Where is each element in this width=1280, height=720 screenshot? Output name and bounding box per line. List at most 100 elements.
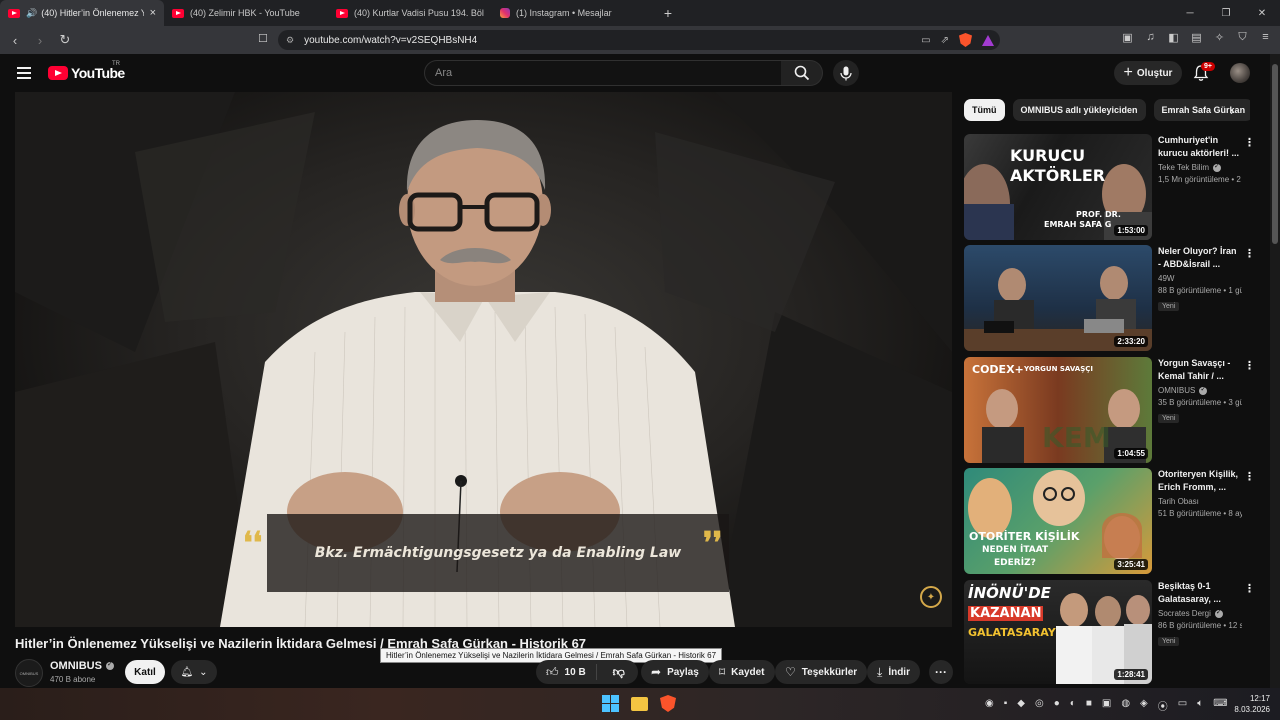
tray-app-icon[interactable]: ▪ <box>1004 698 1008 713</box>
vpn-icon[interactable]: ⛉ <box>1236 31 1249 44</box>
recommendation-channel[interactable]: OMNIBUS <box>1158 386 1195 395</box>
recommendation-title[interactable]: Neler Oluyor? İran - ABD&İsrail ... <box>1158 245 1240 271</box>
kebab-menu-icon[interactable]: ⋮ <box>1244 136 1255 149</box>
kebab-menu-icon[interactable]: ⋮ <box>1244 582 1255 595</box>
more-actions-button[interactable]: ··· <box>929 660 953 684</box>
share-button[interactable]: ➦ Paylaş <box>641 660 709 684</box>
browser-tab[interactable]: (40) Zelimir HBK - YouTube <box>164 0 328 26</box>
video-thumbnail[interactable]: KURUCU AKTÖRLER PROF. DR. EMRAH SAFA G 1… <box>964 134 1152 240</box>
browser-tab[interactable]: (40) Kurtlar Vadisi Pusu 194. Bölüm <box>328 0 492 26</box>
recommendation-channel[interactable]: Teke Tek Bilim <box>1158 163 1209 172</box>
restore-icon[interactable]: ❐ <box>1208 0 1244 26</box>
dislike-button[interactable]: 👎︎ <box>603 665 635 680</box>
sidebar-icon[interactable]: ◧ <box>1167 31 1180 44</box>
recommendation-item[interactable]: 2:33:20 Neler Oluyor? İran - ABD&İsrail … <box>964 245 1255 351</box>
file-explorer-icon[interactable] <box>631 697 648 711</box>
leo-ai-icon[interactable]: ✧ <box>1213 31 1226 44</box>
chip-from-uploader[interactable]: OMNIBUS adlı yükleyiciden <box>1012 99 1146 121</box>
network-icon[interactable]: ▭ <box>1178 698 1187 713</box>
tray-app-icon[interactable]: ● <box>1054 698 1060 713</box>
recommendation-channel[interactable]: 49W <box>1158 274 1240 283</box>
recommendation-title[interactable]: Cumhuriyet'in kurucu aktörleri! ... <box>1158 134 1240 160</box>
guide-menu-icon[interactable] <box>17 67 31 79</box>
tray-app-icon[interactable]: ▣ <box>1102 698 1111 713</box>
recommendation-item[interactable]: KURUCU AKTÖRLER PROF. DR. EMRAH SAFA G 1… <box>964 134 1255 240</box>
kebab-menu-icon[interactable]: ⋮ <box>1244 359 1255 372</box>
site-settings-icon[interactable]: ⚙ <box>286 35 294 46</box>
reload-icon[interactable]: ↻ <box>55 30 75 50</box>
create-button[interactable]: + Oluştur <box>1114 61 1182 85</box>
back-icon[interactable]: ‹ <box>5 30 25 50</box>
browser-tab[interactable]: (1) Instagram • Mesajlar <box>492 0 656 26</box>
address-url[interactable]: youtube.com/watch?v=v2SEQHBsNH4 <box>304 35 477 46</box>
tray-app-icon[interactable]: ◎ <box>1035 698 1044 713</box>
like-button[interactable]: 👍︎ 10 B <box>536 664 597 680</box>
close-tab-icon[interactable]: × <box>150 7 156 19</box>
subscription-bell-button[interactable]: 🔔︎ ⌄ <box>171 660 217 684</box>
new-tab-button[interactable]: + <box>656 0 680 26</box>
chip-emrah-safa[interactable]: Emrah Safa Gürkan <box>1153 99 1250 121</box>
taskbar-clock[interactable]: 12:17 8.03.2026 <box>1234 693 1270 715</box>
page-scrollbar[interactable] <box>1270 54 1280 688</box>
install-app-icon[interactable]: ▭ <box>921 35 930 46</box>
video-thumbnail[interactable]: 2:33:20 <box>964 245 1152 351</box>
scrollbar-thumb[interactable] <box>1272 64 1278 244</box>
browser-tab-active[interactable]: 🔊 (40) Hitler’in Önlenemez Yükse × <box>0 0 164 26</box>
video-player[interactable]: Bkz. Ermächtigungsgesetz ya da Enabling … <box>15 92 952 627</box>
video-duration: 1:53:00 <box>1114 225 1148 236</box>
recommendation-title[interactable]: Yorgun Savaşçı - Kemal Tahir / ... <box>1158 357 1240 383</box>
video-thumbnail[interactable]: KEM CODEX+ YORGUN SAVAŞÇI 1:04:55 <box>964 357 1152 463</box>
recommendation-item[interactable]: KEM CODEX+ YORGUN SAVAŞÇI 1:04:55 Yorgun… <box>964 357 1255 463</box>
search-box[interactable] <box>424 60 782 86</box>
download-button[interactable]: ⤓ İndir <box>867 660 920 684</box>
search-button[interactable] <box>781 60 823 86</box>
recommendation-title[interactable]: Beşiktaş 0-1 Galatasaray, ... <box>1158 580 1240 606</box>
video-thumbnail[interactable]: İNÖNÜ'DE KAZANAN GALATASARAY 1:28:41 <box>964 580 1152 684</box>
channel-name[interactable]: OMNIBUS <box>50 660 114 672</box>
thumb-text: PROF. DR. <box>1076 210 1121 219</box>
video-thumbnail[interactable]: OTORİTER KİŞİLİK NEDEN İTAAT EDERİZ? 3:2… <box>964 468 1152 574</box>
thanks-button[interactable]: ♡ Teşekkürler <box>775 660 868 684</box>
recommendation-channel[interactable]: Tarih Obası <box>1158 497 1240 506</box>
tray-app-icon[interactable]: ◆ <box>1017 698 1025 713</box>
tray-app-icon[interactable]: ◈ <box>1140 698 1148 713</box>
close-window-icon[interactable]: ✕ <box>1244 0 1280 26</box>
screenshot-icon[interactable]: ▣ <box>1121 31 1134 44</box>
minimize-icon[interactable]: ─ <box>1172 0 1208 26</box>
brave-browser-icon[interactable] <box>660 695 676 712</box>
tray-app-icon[interactable]: ■ <box>1086 698 1092 713</box>
volume-icon[interactable]: 🔈︎ <box>1197 698 1203 713</box>
kebab-menu-icon[interactable]: ⋮ <box>1244 247 1255 260</box>
tray-app-icon[interactable]: ◉ <box>985 698 994 713</box>
chip-all[interactable]: Tümü <box>964 99 1005 121</box>
bookmark-icon[interactable]: ☐ <box>258 32 268 45</box>
recommendation-item[interactable]: İNÖNÜ'DE KAZANAN GALATASARAY 1:28:41 Beş… <box>964 580 1255 684</box>
tray-app-icon[interactable]: ◍ <box>1121 698 1130 713</box>
language-icon[interactable]: ⌨ <box>1213 698 1227 713</box>
share-page-icon[interactable]: ⇗ <box>941 35 949 46</box>
brave-rewards-icon[interactable] <box>982 34 994 46</box>
menu-icon[interactable]: ≡ <box>1259 31 1272 44</box>
recommendation-channel[interactable]: Socrates Dergi <box>1158 609 1211 618</box>
tray-app-icon[interactable]: ◐ <box>1070 698 1076 713</box>
search-input[interactable] <box>425 61 781 85</box>
speaker-icon[interactable]: 🔊 <box>26 8 37 19</box>
forward-icon[interactable]: › <box>30 30 50 50</box>
wallet-icon[interactable]: ▤ <box>1190 31 1203 44</box>
chevron-right-icon[interactable]: › <box>1230 104 1234 118</box>
windows-start-icon[interactable] <box>602 695 619 712</box>
account-avatar[interactable] <box>1230 63 1250 83</box>
join-button[interactable]: Katıl <box>125 660 165 684</box>
brave-shields-icon[interactable] <box>959 33 972 47</box>
address-bar[interactable]: ⚙ youtube.com/watch?v=v2SEQHBsNH4 ▭ ⇗ <box>278 30 1000 50</box>
channel-avatar[interactable]: OMNIBUS <box>15 659 43 687</box>
recommendation-title[interactable]: Otoriteryen Kişilik, Erich Fromm, ... <box>1158 468 1240 494</box>
youtube-logo[interactable]: YouTube TR <box>48 61 125 81</box>
microphone-icon[interactable]: ⦿ <box>1158 698 1168 713</box>
kebab-menu-icon[interactable]: ⋮ <box>1244 470 1255 483</box>
voice-search-button[interactable] <box>833 60 859 86</box>
recommendation-item[interactable]: OTORİTER KİŞİLİK NEDEN İTAAT EDERİZ? 3:2… <box>964 468 1255 574</box>
channel-watermark-icon[interactable]: ✦ <box>920 586 942 608</box>
save-button[interactable]: ⌑ Kaydet <box>709 660 775 684</box>
media-icon[interactable]: ♫ <box>1144 31 1157 44</box>
